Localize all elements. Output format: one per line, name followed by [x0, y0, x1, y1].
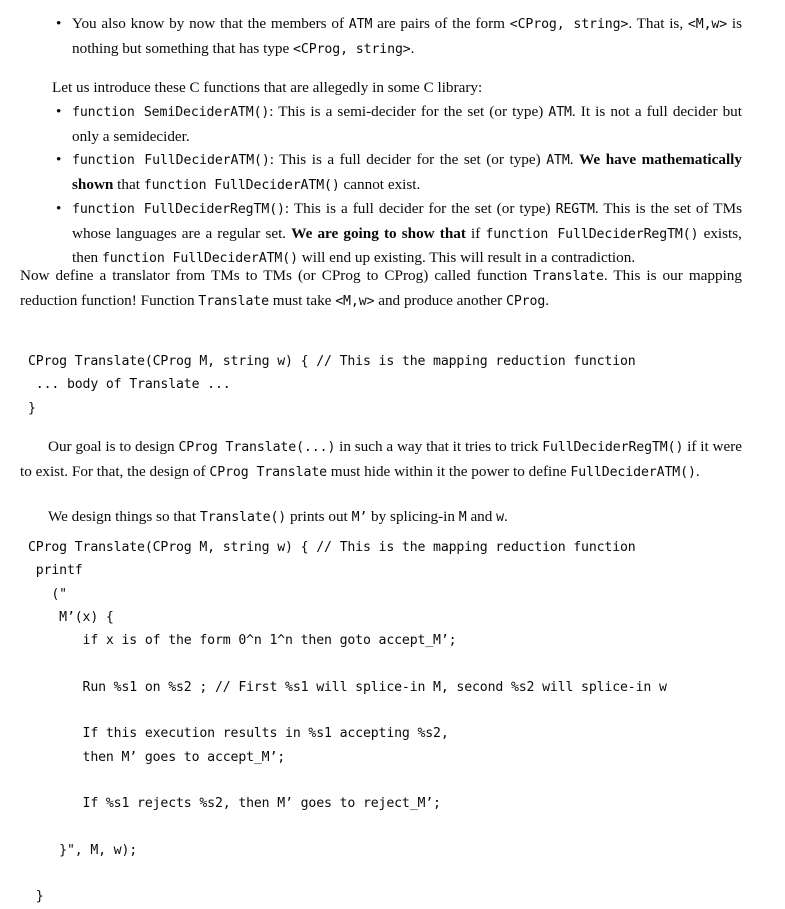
list-item: • function SemiDeciderATM(): This is a s… — [52, 100, 742, 148]
inline-code: ATM — [546, 153, 570, 168]
plain-text: Now define a translator from TMs to TMs … — [20, 267, 534, 284]
plain-text: . — [545, 291, 549, 309]
code-text: CProg Translate(CProg M, string w) { // … — [28, 354, 636, 416]
inline-code: Translate — [198, 293, 269, 309]
bullet-glyph-icon: • — [56, 15, 62, 32]
list-item: • function FullDeciderATM(): This is a f… — [52, 148, 742, 197]
paragraph-text: Now define a translator from TMs to TMs … — [20, 267, 742, 309]
inline-code: FullDeciderATM() — [570, 464, 696, 480]
plain-text: You also know by now that the members of — [72, 15, 349, 32]
document-page: • You also know by now that the members … — [0, 0, 785, 904]
plain-text: . — [410, 39, 415, 57]
plain-text: . — [695, 462, 700, 480]
inline-code: M’ — [351, 510, 368, 525]
plain-text: by splicing-in — [367, 508, 459, 525]
plain-text: Our goal is to design — [48, 438, 179, 455]
design-paragraph: We design things so that Translate() pri… — [20, 505, 742, 530]
code-block-translate-full-body: CProg Translate(CProg M, string w) { // … — [28, 536, 768, 909]
inline-code: <CProg, string> — [509, 17, 629, 32]
code-text: CProg Translate(CProg M, string w) { // … — [28, 540, 667, 905]
bullet-glyph-icon: • — [56, 151, 62, 168]
inline-code: CProg Translate — [209, 464, 327, 480]
inline-code: CProg — [506, 293, 546, 309]
inline-code: function SemiDeciderATM() — [72, 105, 270, 120]
plain-text: must take — [268, 291, 336, 309]
list-item-text: function FullDeciderRegTM(): This is a f… — [72, 200, 742, 266]
list-item-text: function SemiDeciderATM(): This is a sem… — [72, 103, 742, 145]
list-item-text: function FullDeciderATM(): This is a ful… — [72, 151, 742, 193]
bullet-list: • function SemiDeciderATM(): This is a s… — [52, 100, 742, 271]
plain-text: in such a way that it tries to trick — [335, 438, 543, 455]
plain-text: . That is, — [628, 15, 688, 32]
plain-text: and produce another — [374, 291, 506, 309]
bullet-glyph-icon: • — [56, 200, 62, 217]
plain-text: . — [504, 508, 508, 525]
inline-code: ATM — [348, 17, 373, 32]
goal-paragraph: Our goal is to design CProg Translate(..… — [20, 435, 742, 484]
inline-code: Translate — [533, 269, 604, 284]
plain-text: must hide within it the power to define — [327, 462, 571, 480]
functions-bullet-list: • function SemiDeciderATM(): This is a s… — [52, 100, 742, 271]
plain-text: are pairs of the form — [372, 15, 510, 32]
plain-text: : This is a full decider for the set (or… — [269, 151, 547, 168]
inline-code: ATM — [548, 105, 572, 120]
list-item-text: You also know by now that the members of… — [72, 15, 742, 57]
plain-text: that — [113, 175, 144, 193]
inline-code: w — [496, 510, 505, 525]
inline-code: function FullDeciderATM() — [143, 177, 340, 193]
inline-code: <M,w> — [335, 293, 375, 309]
inline-code: REGTM — [555, 202, 595, 217]
plain-text: We design things so that — [48, 508, 200, 525]
plain-text: : This is a full decider for the set (or… — [284, 200, 556, 217]
inline-code: function FullDeciderRegTM() — [72, 202, 285, 217]
bullet-glyph-icon: • — [56, 103, 62, 120]
paragraph-text: We design things so that Translate() pri… — [48, 508, 508, 525]
plain-text: prints out — [286, 508, 352, 525]
inline-code: Translate() — [199, 510, 287, 525]
emphasis-text: We are going to show that — [291, 224, 466, 242]
plain-text: if — [465, 224, 486, 242]
inline-code: function FullDeciderRegTM() — [485, 226, 699, 242]
translate-definition-paragraph: Now define a translator from TMs to TMs … — [20, 264, 742, 313]
intro-bullet-list: • You also know by now that the members … — [52, 12, 742, 61]
plain-text: : This is a semi-decider for the set (or… — [269, 103, 549, 120]
plain-text: cannot exist. — [339, 175, 421, 193]
inline-code: M — [458, 510, 467, 525]
paragraph-text: Our goal is to design CProg Translate(..… — [20, 438, 742, 480]
list-item: • You also know by now that the members … — [52, 12, 742, 61]
list-item: • function FullDeciderRegTM(): This is a… — [52, 197, 742, 271]
inline-code: function FullDeciderATM() — [72, 153, 270, 168]
inline-code: <M,w> — [687, 17, 728, 32]
inline-code: CProg Translate(...) — [178, 440, 336, 455]
inline-code: <CProg, string> — [293, 41, 411, 57]
lead-in-paragraph: Let us introduce these C functions that … — [52, 79, 483, 96]
bullet-list: • You also know by now that the members … — [52, 12, 742, 61]
plain-text: and — [466, 508, 497, 525]
code-block-translate-skeleton: CProg Translate(CProg M, string w) { // … — [28, 350, 768, 420]
inline-code: FullDeciderRegTM() — [542, 440, 684, 455]
plain-text: . — [569, 151, 580, 168]
